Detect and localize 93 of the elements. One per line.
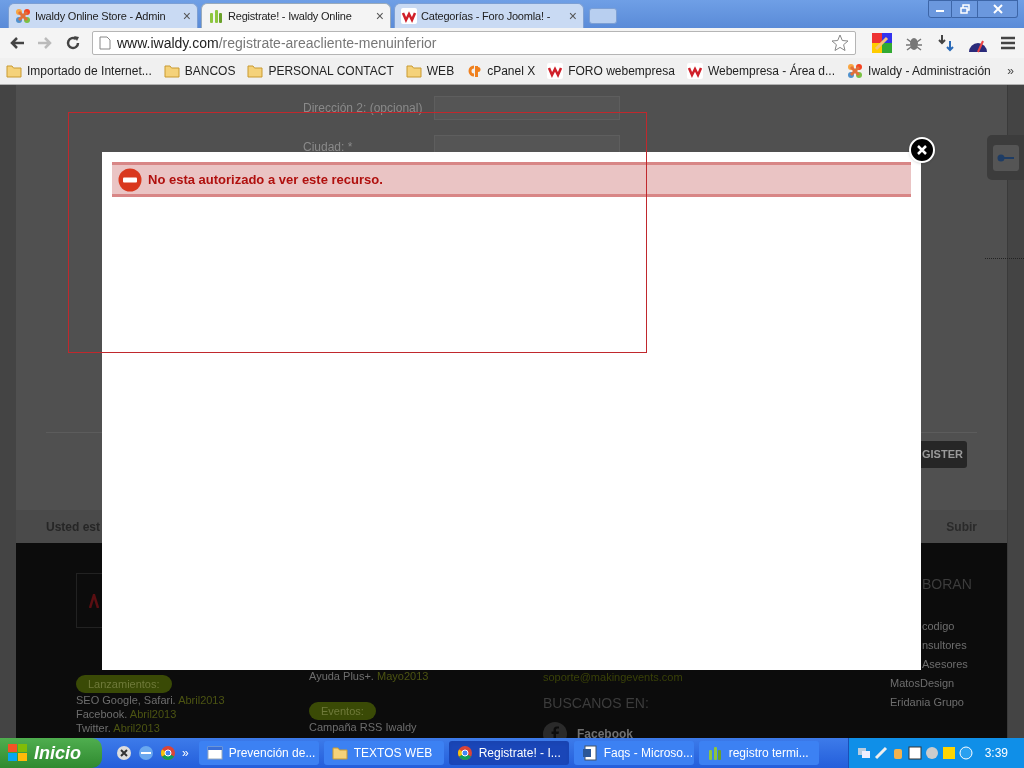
- bookmark-item[interactable]: Iwaldy - Administración: [847, 62, 991, 80]
- star-icon: [831, 34, 849, 52]
- wave-logo-icon: [401, 8, 417, 24]
- no-entry-icon: [118, 167, 142, 192]
- tab-close-button[interactable]: ×: [375, 9, 384, 23]
- task-label: TEXTOS WEB: [353, 745, 433, 762]
- clock: 3:39: [984, 745, 1008, 762]
- bookmark-item[interactable]: cPanel X: [466, 62, 536, 80]
- window-icon: [206, 745, 223, 761]
- restore-button[interactable]: [952, 0, 978, 18]
- bookmark-item[interactable]: BANCOS: [163, 62, 236, 80]
- chrome-icon: [160, 745, 176, 761]
- facebook-link[interactable]: Facebook: [577, 725, 633, 738]
- bookmark-label: Importado de Internet...: [27, 63, 152, 80]
- start-button[interactable]: Inicio: [0, 738, 102, 768]
- browser-tab[interactable]: Iwaldy Online Store - Admin ×: [8, 3, 198, 28]
- leaf-logo-icon: [208, 8, 224, 24]
- page-icon: [99, 36, 111, 50]
- tray-app-icon: [942, 746, 956, 760]
- wave-logo-icon: [686, 63, 703, 79]
- register-button[interactable]: GISTER: [920, 441, 967, 468]
- partner-link[interactable]: nsultores: [922, 636, 967, 655]
- bookmark-label: cPanel X: [487, 63, 536, 80]
- media-icon: [116, 745, 132, 761]
- bookmark-label: WEB: [426, 63, 455, 80]
- close-window-button[interactable]: [978, 0, 1018, 18]
- folder-icon: [163, 63, 180, 79]
- partner-link[interactable]: Eridania Grupo: [890, 693, 964, 712]
- launch-line: SEO Google, Safari. Abril2013: [76, 693, 225, 707]
- task-label: registro termi...: [728, 745, 809, 762]
- chrome-icon: [456, 745, 473, 761]
- launch-line: Twitter. Abril2013: [76, 721, 160, 735]
- tab-title: Registrate! - Iwaldy Online: [228, 8, 353, 24]
- pencil-extension-icon: [872, 33, 892, 53]
- taskbar-button[interactable]: registro termi...: [698, 741, 819, 765]
- taskbar-button[interactable]: Registrate! - I...: [448, 741, 569, 765]
- bookmark-item[interactable]: FORO webempresa: [547, 62, 675, 80]
- event-line: Campaña RSS Iwaldy: [309, 720, 417, 734]
- news-line: Ayuda Plus+. Mayo2013: [309, 669, 429, 683]
- disc-icon: [925, 746, 939, 760]
- taskbar-button[interactable]: TEXTOS WEB: [323, 741, 444, 765]
- partner-link[interactable]: MatosDesign: [890, 674, 955, 693]
- tab-title: Iwaldy Online Store - Admin: [35, 8, 167, 24]
- key-icon: [996, 152, 1015, 163]
- windows-flag-icon: [8, 744, 28, 762]
- task-label: Prevención de...: [228, 745, 316, 762]
- leaf-logo-icon: [706, 745, 723, 761]
- launch-line: Facebook. Abril2013: [76, 707, 177, 721]
- folder-icon: [331, 745, 348, 761]
- error-message: No esta autorizado a ver este recurso.: [148, 170, 383, 189]
- input-field[interactable]: [434, 96, 620, 120]
- globe-icon: [959, 746, 973, 760]
- menu-icon: [1000, 35, 1016, 51]
- more-bookmarks-button[interactable]: »: [1007, 62, 1014, 80]
- field-label: Ciudad: *: [303, 139, 354, 156]
- browser-tab[interactable]: Categorías - Foro Joomla! - ×: [394, 3, 584, 28]
- tab-title: Categorías - Foro Joomla! -: [421, 8, 552, 24]
- wave-logo-icon: [547, 63, 564, 79]
- folder-icon: [6, 63, 22, 79]
- network-icon: [857, 746, 871, 760]
- joomla-icon: [847, 63, 864, 79]
- bookmark-label: BANCOS: [184, 63, 236, 80]
- download-arrows-icon: [936, 33, 956, 53]
- minimize-button[interactable]: [928, 0, 952, 18]
- reload-icon: [64, 34, 82, 52]
- close-icon: [992, 4, 1003, 14]
- logo-icon: [89, 593, 99, 608]
- bookmark-item[interactable]: WEB: [405, 62, 455, 80]
- folder-icon: [405, 63, 422, 79]
- joomla-icon: [15, 8, 31, 24]
- cpanel-icon: [466, 63, 483, 79]
- folder-icon: [247, 63, 264, 79]
- bookmark-label: PERSONAL CONTACT: [268, 63, 394, 80]
- document-icon: [581, 745, 598, 761]
- task-label: Faqs - Microso...: [603, 745, 694, 762]
- tab-close-button[interactable]: ×: [182, 9, 191, 23]
- close-icon: [917, 145, 927, 155]
- bookmark-label: Iwaldy - Administración: [868, 63, 991, 80]
- taskbar-button[interactable]: Prevención de...: [198, 741, 319, 765]
- task-label: Registrate! - I...: [478, 745, 561, 762]
- taskbar-button[interactable]: Faqs - Microso...: [573, 741, 694, 765]
- bookmark-label: FORO webempresa: [568, 63, 675, 80]
- bookmark-item[interactable]: Importado de Internet...: [6, 62, 152, 80]
- partner-link[interactable]: Asesores: [922, 655, 968, 674]
- address-bar[interactable]: www.iwaldy.com/registrate-areacliente-menuinferior: [92, 31, 856, 55]
- tab-close-button[interactable]: ×: [568, 9, 577, 23]
- field-label: Dirección 2: (opcional): [303, 100, 424, 117]
- browser-tab[interactable]: Registrate! - Iwaldy Online ×: [201, 3, 391, 28]
- quick-launch-more[interactable]: »: [182, 744, 189, 762]
- url-text: www.iwaldy.com/registrate-areacliente-menuinferior: [117, 33, 438, 53]
- bookmark-item[interactable]: PERSONAL CONTACT: [247, 62, 394, 80]
- partner-link[interactable]: codigo: [922, 617, 955, 636]
- restore-icon: [959, 4, 970, 14]
